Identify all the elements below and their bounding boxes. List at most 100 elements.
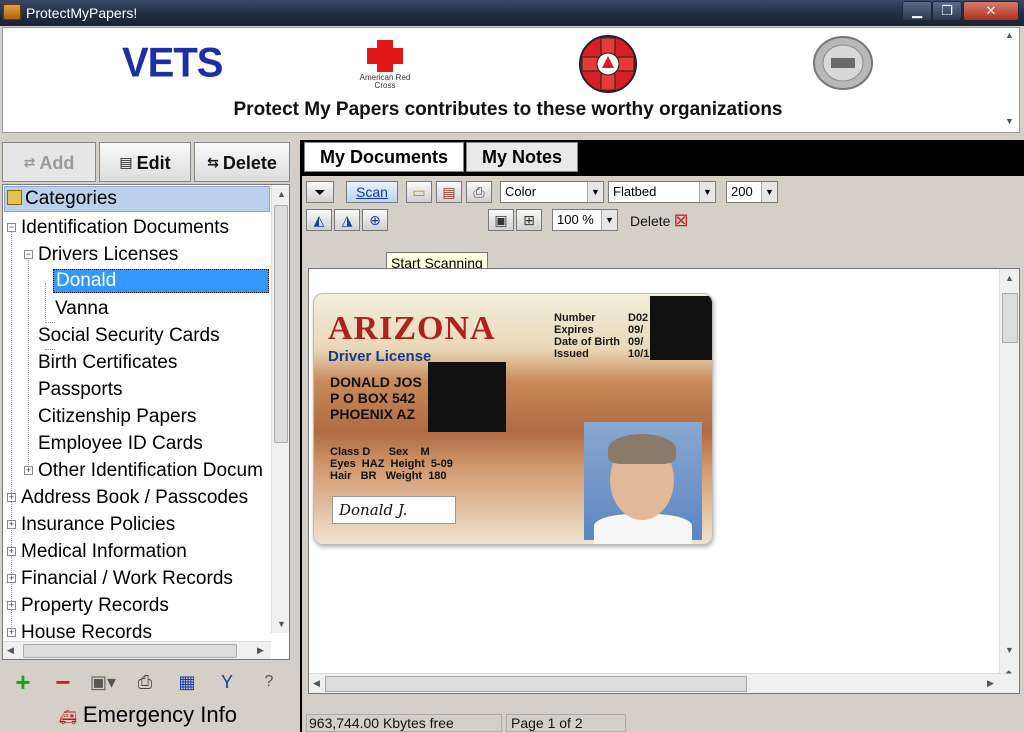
tree-header-label: Categories bbox=[25, 188, 117, 209]
scroll-up-icon[interactable]: ▲ bbox=[1005, 30, 1014, 40]
tree-vertical-scrollbar[interactable]: ▲ ▼ bbox=[271, 185, 289, 633]
tree-item-insurance-policies[interactable]: Insurance Policies bbox=[21, 514, 175, 536]
tree-scroll-thumb[interactable] bbox=[274, 205, 288, 443]
tree-item-citizenship-papers[interactable]: Citizenship Papers bbox=[38, 406, 196, 428]
tree-header[interactable]: Categories bbox=[4, 186, 270, 212]
scroll-right-icon[interactable]: ▶ bbox=[987, 678, 994, 689]
license-field-values: D02 09/ 09/ 10/1 bbox=[628, 312, 649, 360]
tab-my-notes[interactable]: My Notes bbox=[466, 142, 578, 172]
scroll-down-icon[interactable]: ▼ bbox=[277, 619, 286, 629]
edit-button[interactable]: ▤ Edit bbox=[99, 142, 191, 182]
delete-button[interactable]: ⇆ Delete bbox=[194, 142, 290, 182]
tab-my-documents[interactable]: My Documents bbox=[304, 142, 464, 172]
scroll-up-icon[interactable]: ▲ bbox=[1005, 273, 1014, 283]
scroll-down-icon[interactable]: ▼ bbox=[1005, 645, 1014, 655]
open-folder-icon[interactable]: ▭ bbox=[406, 181, 432, 203]
add-label: Add bbox=[39, 153, 75, 173]
minus-icon[interactable]: − bbox=[48, 668, 78, 696]
tree-item-birth-certificates[interactable]: Birth Certificates bbox=[38, 352, 177, 374]
edit-icon: ▤ bbox=[119, 154, 133, 170]
scroll-down-icon[interactable]: ▼ bbox=[1005, 116, 1014, 126]
license-photo bbox=[584, 422, 702, 544]
rotate-right-icon[interactable]: ◮ bbox=[334, 209, 360, 231]
expand-icon[interactable]: + bbox=[7, 628, 16, 637]
save-icon[interactable]: ▦ bbox=[172, 668, 202, 696]
banner-scrollbar[interactable]: ▲ ▼ bbox=[1003, 30, 1017, 130]
chevron-down-icon[interactable]: ▼ bbox=[761, 182, 777, 202]
chevron-down-icon[interactable]: ▼ bbox=[601, 210, 617, 230]
scroll-right-icon[interactable]: ▶ bbox=[257, 645, 264, 656]
tree-item-passports[interactable]: Passports bbox=[38, 379, 122, 401]
expand-icon[interactable]: + bbox=[24, 466, 33, 475]
zoom-select[interactable]: 100 % ▼ bbox=[552, 209, 618, 231]
license-field-value: 09/ bbox=[628, 336, 644, 348]
delete-page-icon[interactable]: ⊠ bbox=[670, 209, 692, 231]
plus-icon[interactable]: + bbox=[8, 668, 38, 696]
emergency-info-label: Emergency Info bbox=[82, 702, 237, 727]
tree-item-social-security-cards[interactable]: Social Security Cards bbox=[38, 325, 220, 347]
chevron-down-icon[interactable]: ▼ bbox=[587, 182, 603, 202]
emergency-info-button[interactable]: 🚑︎ Emergency Info bbox=[0, 702, 296, 728]
viewer-hscroll-thumb[interactable] bbox=[325, 676, 747, 692]
scroll-left-icon[interactable]: ◀ bbox=[313, 678, 320, 689]
tree-item-property-records[interactable]: Property Records bbox=[21, 595, 169, 617]
page-status: Page 1 of 2 bbox=[506, 714, 626, 732]
chevron-down-icon[interactable]: ▼ bbox=[699, 182, 715, 202]
expand-icon[interactable]: + bbox=[7, 601, 16, 610]
tree-item-vanna[interactable]: Vanna bbox=[55, 298, 109, 320]
tools-icon[interactable]: Y bbox=[212, 668, 242, 696]
filter-icon[interactable]: ⏷ bbox=[306, 181, 334, 203]
tree-horizontal-scrollbar[interactable]: ◀ ▶ bbox=[3, 641, 271, 659]
tree-item-identification-documents[interactable]: Identification Documents bbox=[21, 217, 229, 239]
minimize-button[interactable]: ▁ bbox=[902, 1, 932, 21]
tree-hscroll-thumb[interactable] bbox=[23, 644, 237, 658]
tree-item-drivers-licenses[interactable]: Drivers Licenses bbox=[38, 244, 178, 266]
print-icon[interactable]: ⎙ bbox=[130, 668, 160, 696]
viewer-vertical-scrollbar[interactable]: ▲ ▼ ⏶ bbox=[999, 269, 1019, 693]
fit-width-icon[interactable]: ⊞ bbox=[516, 209, 542, 231]
color-mode-select[interactable]: Color ▼ bbox=[500, 181, 604, 203]
fit-page-icon[interactable]: ▣ bbox=[488, 209, 514, 231]
scan-button[interactable]: Scan bbox=[346, 181, 398, 203]
previous-page-icon[interactable]: ⏶ bbox=[1005, 667, 1012, 678]
scanner-icon[interactable]: ▣▾ bbox=[88, 668, 118, 696]
expand-icon[interactable]: + bbox=[7, 574, 16, 583]
license-state: ARIZONA bbox=[328, 310, 496, 347]
rotate-left-icon[interactable]: ◭ bbox=[306, 209, 332, 231]
tree-item-address-book[interactable]: Address Book / Passcodes bbox=[21, 487, 248, 509]
viewer-horizontal-scrollbar[interactable]: ◀ ▶ bbox=[309, 673, 1001, 693]
license-field-label: Expires bbox=[554, 324, 594, 336]
dpi-select[interactable]: 200 ▼ bbox=[726, 181, 778, 203]
category-tree[interactable]: Categories − Identification Documents − … bbox=[2, 184, 290, 660]
collapse-icon[interactable]: − bbox=[7, 223, 16, 232]
tree-item-donald[interactable]: Donald bbox=[53, 269, 269, 293]
expand-icon[interactable]: + bbox=[7, 547, 16, 556]
fire-rescue-badge-icon bbox=[579, 35, 637, 93]
scroll-up-icon[interactable]: ▲ bbox=[277, 189, 286, 199]
license-field-value: 09/ bbox=[628, 324, 644, 336]
delete-page-label[interactable]: Delete bbox=[630, 213, 670, 229]
tree-item-medical-information[interactable]: Medical Information bbox=[21, 541, 187, 563]
document-icon[interactable]: ▤ bbox=[436, 181, 462, 203]
collapse-icon[interactable]: − bbox=[24, 250, 33, 259]
close-button[interactable]: ✕ bbox=[963, 1, 1019, 21]
expand-icon[interactable]: + bbox=[7, 520, 16, 529]
tree-item-other-identification[interactable]: Other Identification Docum bbox=[38, 460, 263, 482]
tree-item-employee-id-cards[interactable]: Employee ID Cards bbox=[38, 433, 203, 455]
help-icon[interactable]: ? bbox=[254, 668, 284, 696]
license-field-label: Date of Birth bbox=[554, 336, 620, 348]
bottom-toolbar: + − ▣▾ ⎙ ▦ Y ? bbox=[2, 664, 290, 704]
restore-button[interactable]: ❐ bbox=[932, 1, 962, 21]
tree-item-financial-work-records[interactable]: Financial / Work Records bbox=[21, 568, 233, 590]
source-select[interactable]: Flatbed ▼ bbox=[608, 181, 716, 203]
print-icon[interactable]: ⎙ bbox=[466, 181, 492, 203]
red-cross-logo: American Red Cross bbox=[359, 36, 411, 90]
scroll-left-icon[interactable]: ◀ bbox=[7, 645, 14, 656]
license-detail-line: Hair BR Weight 180 bbox=[330, 470, 447, 482]
add-button[interactable]: ⇄ Add bbox=[2, 142, 96, 182]
zoom-in-icon[interactable]: ⊕ bbox=[362, 209, 388, 231]
expand-icon[interactable]: + bbox=[7, 493, 16, 502]
delete-icon: ⇆ bbox=[207, 154, 219, 170]
viewer-scroll-thumb[interactable] bbox=[1002, 293, 1018, 343]
document-viewer[interactable]: ARIZONA Driver License Number Expires Da… bbox=[308, 268, 1020, 694]
